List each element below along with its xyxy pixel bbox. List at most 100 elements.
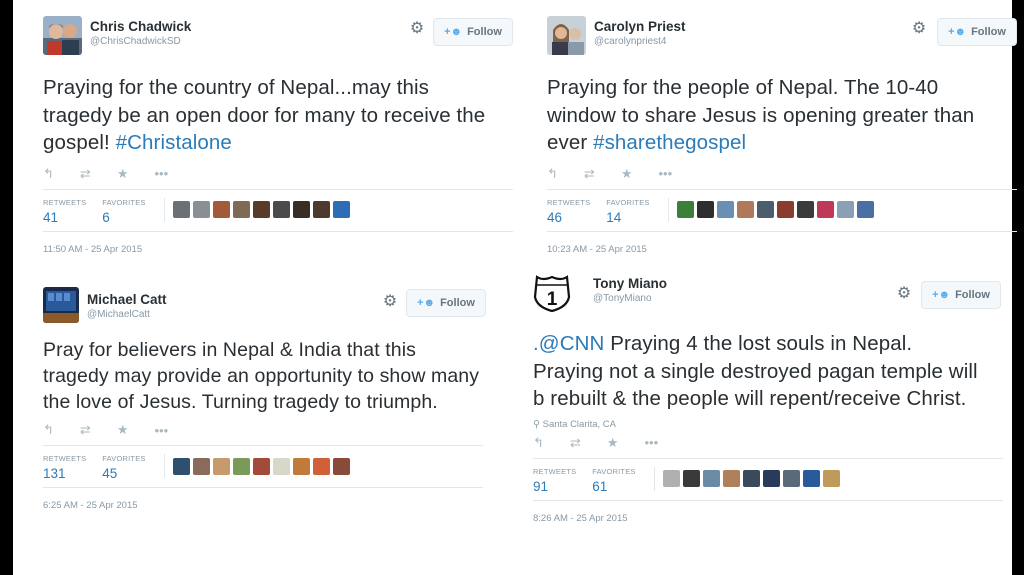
avatar[interactable] xyxy=(43,287,79,323)
tweet-timestamp[interactable]: 6:25 AM - 25 Apr 2015 xyxy=(43,500,483,511)
retweet-icon[interactable]: ⇄ xyxy=(584,166,595,182)
avatar[interactable] xyxy=(547,16,586,55)
user-handle[interactable]: @ChrisChadwickSD xyxy=(90,36,191,47)
retweets-stat[interactable]: RETWEETS 131 xyxy=(43,454,86,481)
retweets-stat[interactable]: RETWEETS 91 xyxy=(533,467,576,494)
follow-button[interactable]: +☻ Follow xyxy=(406,289,486,317)
more-icon[interactable]: ••• xyxy=(658,166,672,181)
favoriter-avatar[interactable] xyxy=(272,457,290,475)
favorites-stat[interactable]: FAVORITES 45 xyxy=(102,454,145,481)
favorites-count: 6 xyxy=(102,209,110,225)
gear-icon[interactable]: ⚙ xyxy=(408,20,426,38)
favoriter-avatar[interactable] xyxy=(312,201,330,218)
favoriter-avatar[interactable] xyxy=(722,470,740,487)
retweet-icon[interactable]: ⇄ xyxy=(80,166,91,182)
reply-icon[interactable]: ↰ xyxy=(533,435,544,451)
favoriter-avatar[interactable] xyxy=(836,201,854,218)
favoriter-avatar[interactable] xyxy=(682,470,700,487)
favoriter-avatar[interactable] xyxy=(782,470,800,487)
retweets-label: RETWEETS xyxy=(533,466,577,476)
favoriter-avatar[interactable] xyxy=(822,470,840,487)
favoriter-avatar[interactable] xyxy=(292,457,310,475)
favoriter-avatar[interactable] xyxy=(736,201,754,218)
favorites-stat[interactable]: FAVORITES 14 xyxy=(606,198,649,225)
favoriter-avatar[interactable] xyxy=(742,470,760,487)
tweet-timestamp[interactable]: 8:26 AM - 25 Apr 2015 xyxy=(533,513,1003,524)
tweet-location[interactable]: ⚲ Santa Clarita, CA xyxy=(533,419,1003,430)
user-fullname[interactable]: Carolyn Priest xyxy=(594,19,686,34)
follow-button[interactable]: +☻ Follow xyxy=(921,281,1001,309)
gear-icon[interactable]: ⚙ xyxy=(910,20,928,38)
favoriter-avatar[interactable] xyxy=(776,201,794,218)
user-fullname[interactable]: Chris Chadwick xyxy=(90,19,191,34)
favoriter-avatar[interactable] xyxy=(192,457,210,475)
location-label: Santa Clarita, CA xyxy=(542,418,617,430)
favoriter-avatar[interactable] xyxy=(756,201,774,218)
more-icon[interactable]: ••• xyxy=(154,166,168,181)
reply-icon[interactable]: ↰ xyxy=(547,166,558,182)
retweet-icon[interactable]: ⇄ xyxy=(570,435,581,451)
follow-add-icon: +☻ xyxy=(417,297,436,309)
favorite-icon[interactable]: ★ xyxy=(621,166,633,182)
hashtag-link[interactable]: #sharethegospel xyxy=(593,131,746,154)
favoriter-avatar[interactable] xyxy=(232,201,250,218)
tweet-actions: ↰ ⇄ ★ ••• xyxy=(547,165,1017,183)
user-handle[interactable]: @MichaelCatt xyxy=(87,309,167,320)
favoriter-avatar[interactable] xyxy=(252,457,270,475)
favoriter-avatar[interactable] xyxy=(676,201,694,218)
gear-icon[interactable]: ⚙ xyxy=(381,293,399,311)
follow-label: Follow xyxy=(440,297,475,309)
favorites-stat[interactable]: FAVORITES 61 xyxy=(592,467,635,494)
reply-icon[interactable]: ↰ xyxy=(43,166,54,182)
avatar[interactable]: 1 xyxy=(533,273,571,313)
user-handle[interactable]: @TonyMiano xyxy=(593,293,667,304)
favoriter-avatar[interactable] xyxy=(856,201,874,218)
tweet-text: Praying for the country of Nepal...may t… xyxy=(43,74,503,157)
favorite-icon[interactable]: ★ xyxy=(117,166,129,182)
favoriter-avatar[interactable] xyxy=(272,201,290,218)
user-fullname[interactable]: Michael Catt xyxy=(87,292,167,307)
favoriter-avatar[interactable] xyxy=(192,201,210,218)
tweet-timestamp[interactable]: 11:50 AM - 25 Apr 2015 xyxy=(43,244,513,255)
favoriter-avatar[interactable] xyxy=(212,201,230,218)
retweets-label: RETWEETS xyxy=(43,454,87,463)
favoriter-avatar[interactable] xyxy=(716,201,734,218)
favoriter-avatar[interactable] xyxy=(332,457,350,475)
favorite-icon[interactable]: ★ xyxy=(117,422,129,438)
hashtag-link[interactable]: #Christalone xyxy=(116,131,232,154)
favoriter-avatar[interactable] xyxy=(252,201,270,218)
favoriter-avatar[interactable] xyxy=(802,470,820,487)
tweet-card: Carolyn Priest @carolynpriest4 ⚙ +☻ Follo… xyxy=(547,14,1017,255)
retweets-stat[interactable]: RETWEETS 41 xyxy=(43,198,86,225)
tweet-timestamp[interactable]: 10:23 AM - 25 Apr 2015 xyxy=(547,244,1017,255)
retweets-stat[interactable]: RETWEETS 46 xyxy=(547,198,590,225)
reply-icon[interactable]: ↰ xyxy=(43,422,54,438)
favorites-stat[interactable]: FAVORITES 6 xyxy=(102,198,145,225)
user-fullname[interactable]: Tony Miano xyxy=(593,276,667,291)
more-icon[interactable]: ••• xyxy=(154,423,168,438)
favoriter-avatar[interactable] xyxy=(796,201,814,218)
favoriter-avatar[interactable] xyxy=(702,470,720,487)
favoriter-avatar[interactable] xyxy=(172,201,190,218)
favoriter-avatar[interactable] xyxy=(292,201,310,218)
favoriter-avatar[interactable] xyxy=(332,201,350,218)
gear-icon[interactable]: ⚙ xyxy=(895,285,913,303)
retweet-icon[interactable]: ⇄ xyxy=(80,422,91,438)
favoriter-avatar[interactable] xyxy=(312,457,330,475)
favoriter-avatar[interactable] xyxy=(762,470,780,487)
tweet-stats: RETWEETS 41 FAVORITES 6 xyxy=(43,188,513,232)
favorite-icon[interactable]: ★ xyxy=(607,435,619,451)
more-icon[interactable]: ••• xyxy=(644,435,658,450)
user-handle[interactable]: @carolynpriest4 xyxy=(594,36,686,47)
favoriter-avatar[interactable] xyxy=(662,470,680,487)
follow-button[interactable]: +☻ Follow xyxy=(433,18,513,46)
favoriter-avatar[interactable] xyxy=(172,457,190,475)
favoriter-avatar[interactable] xyxy=(232,457,250,475)
mention-link[interactable]: .@CNN xyxy=(533,332,604,355)
follow-button[interactable]: +☻ Follow xyxy=(937,18,1017,46)
favoriter-avatar[interactable] xyxy=(696,201,714,218)
favoriter-avatar[interactable] xyxy=(212,457,230,475)
tweet-card: Chris Chadwick @ChrisChadwickSD ⚙ +☻ Foll… xyxy=(43,14,513,255)
favoriter-avatar[interactable] xyxy=(816,201,834,218)
avatar[interactable] xyxy=(43,16,82,55)
